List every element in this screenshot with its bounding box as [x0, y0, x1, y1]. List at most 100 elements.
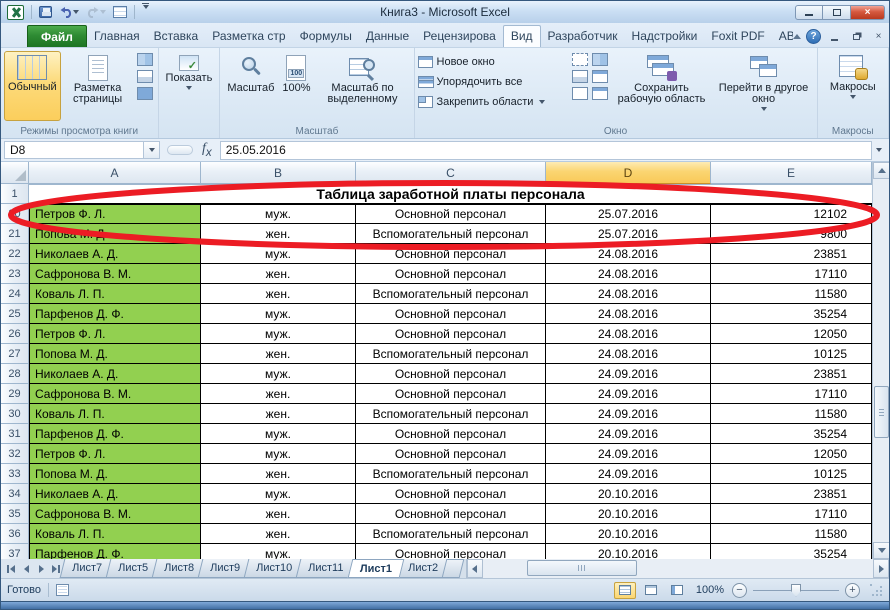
view-page-break-button[interactable] — [666, 582, 688, 599]
cell-D30[interactable]: 24.09.2016 — [546, 404, 711, 424]
cell-E26[interactable]: 12050 — [711, 324, 872, 344]
row-header-36[interactable]: 36 — [1, 524, 29, 544]
cell-C22[interactable]: Основной персонал — [356, 244, 546, 264]
row-header-31[interactable]: 31 — [1, 424, 29, 444]
cell-A24[interactable]: Коваль Л. П. — [29, 284, 201, 304]
cell-C32[interactable]: Основной персонал — [356, 444, 546, 464]
cell-E35[interactable]: 17110 — [711, 504, 872, 524]
cell-A20[interactable]: Петров Ф. Л. — [29, 204, 201, 224]
cell-A21[interactable]: Попова М. Д. — [29, 224, 201, 244]
row-header-32[interactable]: 32 — [1, 444, 29, 464]
zoom-slider-thumb[interactable] — [791, 584, 801, 597]
zoom-in-button[interactable]: + — [845, 583, 860, 598]
vertical-scrollbar[interactable] — [872, 162, 889, 559]
tab-Надстройки[interactable]: Надстройки — [625, 26, 705, 47]
cell-E23[interactable]: 17110 — [711, 264, 872, 284]
cell-A30[interactable]: Коваль Л. П. — [29, 404, 201, 424]
cell-D27[interactable]: 24.08.2016 — [546, 344, 711, 364]
help-button[interactable]: ? — [806, 29, 821, 44]
cell-A34[interactable]: Николаев А. Д. — [29, 484, 201, 504]
cell-B32[interactable]: муж. — [201, 444, 356, 464]
row-header-37[interactable]: 37 — [1, 544, 29, 559]
column-header-B[interactable]: B — [201, 162, 356, 184]
sheet-tab-Лист1[interactable]: Лист1 — [347, 559, 404, 578]
cell-E34[interactable]: 23851 — [711, 484, 872, 504]
cell-C29[interactable]: Основной персонал — [356, 384, 546, 404]
cell-D36[interactable]: 20.10.2016 — [546, 524, 711, 544]
tab-Разработчик[interactable]: Разработчик — [541, 26, 625, 47]
tab-file[interactable]: Файл — [27, 25, 87, 47]
row-header-29[interactable]: 29 — [1, 384, 29, 404]
custom-views-icon[interactable] — [137, 70, 153, 83]
cell-A35[interactable]: Сафронова В. М. — [29, 504, 201, 524]
cell-title[interactable]: Таблица заработной платы персонала — [29, 184, 872, 204]
cell-B27[interactable]: жен. — [201, 344, 356, 364]
macros-button[interactable]: Макросы — [826, 51, 880, 121]
row-header-35[interactable]: 35 — [1, 504, 29, 524]
cell-B29[interactable]: жен. — [201, 384, 356, 404]
cell-E32[interactable]: 12050 — [711, 444, 872, 464]
new-window-button[interactable]: Новое окно — [418, 52, 570, 72]
previous-sheet-button[interactable] — [19, 561, 33, 577]
cell-E24[interactable]: 11580 — [711, 284, 872, 304]
cell-C34[interactable]: Основной персонал — [356, 484, 546, 504]
scroll-up-button[interactable] — [873, 162, 889, 179]
cell-B31[interactable]: муж. — [201, 424, 356, 444]
cell-B20[interactable]: муж. — [201, 204, 356, 224]
unhide-window-icon[interactable] — [572, 87, 588, 100]
formula-input[interactable]: 25.05.2016 — [220, 141, 872, 160]
cell-B23[interactable]: жен. — [201, 264, 356, 284]
cell-D20[interactable]: 25.07.2016 — [546, 204, 711, 224]
zoom-100-button[interactable]: 100 100% — [278, 51, 314, 121]
view-normal-button[interactable] — [614, 582, 636, 599]
cell-A32[interactable]: Петров Ф. Л. — [29, 444, 201, 464]
cell-C23[interactable]: Основной персонал — [356, 264, 546, 284]
show-button[interactable]: Показать — [162, 51, 217, 121]
select-all-corner[interactable] — [1, 162, 29, 184]
cell-E27[interactable]: 10125 — [711, 344, 872, 364]
cell-D21[interactable]: 25.07.2016 — [546, 224, 711, 244]
cell-D34[interactable]: 20.10.2016 — [546, 484, 711, 504]
minimize-button[interactable] — [795, 5, 823, 20]
switch-windows-button[interactable]: Перейти в другое окно — [714, 51, 814, 121]
cell-E22[interactable]: 23851 — [711, 244, 872, 264]
row-header-34[interactable]: 34 — [1, 484, 29, 504]
cell-B37[interactable]: муж. — [201, 544, 356, 559]
scroll-right-button[interactable] — [873, 559, 889, 578]
first-sheet-button[interactable] — [4, 561, 18, 577]
cell-B21[interactable]: жен. — [201, 224, 356, 244]
cell-B24[interactable]: жен. — [201, 284, 356, 304]
cell-B35[interactable]: жен. — [201, 504, 356, 524]
hide-window-icon[interactable] — [572, 70, 588, 83]
horizontal-scrollbar-thumb[interactable] — [527, 560, 637, 576]
cell-D35[interactable]: 20.10.2016 — [546, 504, 711, 524]
cell-E21[interactable]: 9800 — [711, 224, 872, 244]
cell-A27[interactable]: Попова М. Д. — [29, 344, 201, 364]
undo-button[interactable] — [57, 3, 81, 21]
full-screen-icon[interactable] — [137, 87, 153, 100]
expand-formula-bar-button[interactable] — [872, 148, 886, 152]
sheet-tab-Лист11[interactable]: Лист11 — [296, 559, 356, 578]
cell-C33[interactable]: Вспомогательный персонал — [356, 464, 546, 484]
cell-E20[interactable]: 12102 — [711, 204, 872, 224]
macro-record-icon[interactable] — [56, 584, 69, 596]
cell-C26[interactable]: Основной персонал — [356, 324, 546, 344]
cell-C21[interactable]: Вспомогательный персонал — [356, 224, 546, 244]
cell-D33[interactable]: 24.09.2016 — [546, 464, 711, 484]
row-header-28[interactable]: 28 — [1, 364, 29, 384]
cell-B26[interactable]: муж. — [201, 324, 356, 344]
cell-C27[interactable]: Вспомогательный персонал — [356, 344, 546, 364]
cell-C37[interactable]: Основной персонал — [356, 544, 546, 559]
horizontal-scrollbar-track[interactable] — [483, 559, 873, 578]
cell-D29[interactable]: 24.09.2016 — [546, 384, 711, 404]
cell-B33[interactable]: жен. — [201, 464, 356, 484]
row-header-23[interactable]: 23 — [1, 264, 29, 284]
name-box[interactable]: D8 — [4, 141, 144, 159]
row-header-21[interactable]: 21 — [1, 224, 29, 244]
zoom-level-label[interactable]: 100% — [696, 584, 724, 596]
save-workspace-button[interactable]: Сохранить рабочую область — [610, 51, 714, 121]
column-header-E[interactable]: E — [711, 162, 872, 184]
row-header-1[interactable]: 1 — [1, 184, 29, 204]
zoom-out-button[interactable]: − — [732, 583, 747, 598]
freeze-panes-button[interactable]: Закрепить области — [418, 92, 570, 112]
